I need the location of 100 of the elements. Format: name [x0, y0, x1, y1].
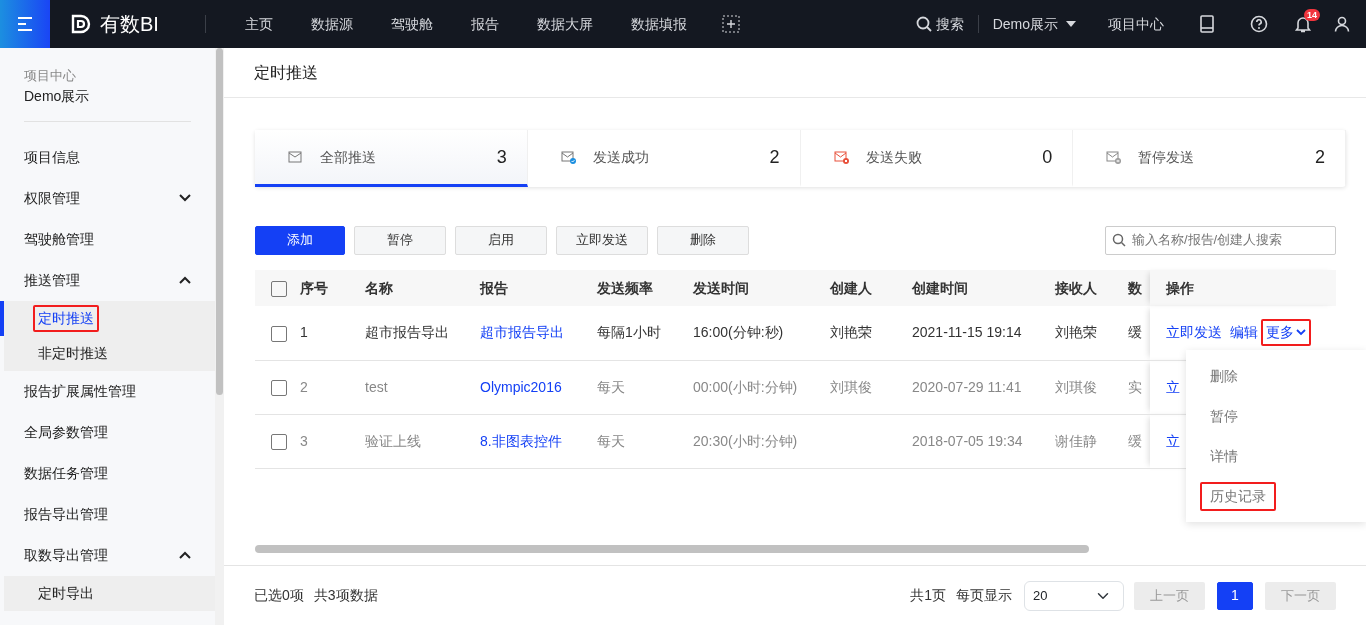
selection-bar	[0, 300, 4, 336]
project-center-link[interactable]: 项目中心	[1076, 13, 1186, 35]
scrollbar-thumb[interactable]	[216, 48, 223, 395]
table-cell: 缓	[1128, 324, 1142, 341]
column-header: 创建人	[830, 279, 872, 296]
page-count: 共1页	[910, 586, 946, 605]
sidebar-item[interactable]: 数据任务管理	[0, 452, 215, 494]
table-cell: 16:00(分钟:秒)	[693, 324, 784, 341]
table-cell: 2	[300, 378, 308, 395]
toolbar-button[interactable]: 启用	[455, 225, 547, 255]
brand-name: 有数BI	[100, 12, 159, 37]
page-size-label: 每页显示	[956, 586, 1012, 605]
menu-item[interactable]: 删除	[1200, 361, 1248, 391]
nav-link[interactable]: 报告	[451, 13, 518, 35]
table-cell: 刘琪俊	[1055, 378, 1097, 395]
sidebar-item[interactable]: 报告导出管理	[0, 493, 215, 535]
user-icon[interactable]	[1334, 16, 1350, 32]
table-cell: 刘琪俊	[830, 378, 872, 395]
project-caption: 项目中心	[24, 67, 77, 85]
table-cell: 谢佳静	[1055, 432, 1097, 449]
column-header: 名称	[365, 279, 393, 296]
action-link[interactable]: 立即发送	[1166, 324, 1222, 341]
nav-link[interactable]: 数据源	[291, 13, 372, 35]
sidebar-item[interactable]: 项目信息	[0, 136, 215, 178]
status-tab[interactable]: 发送成功 2	[527, 130, 801, 187]
table-cell: 2020-07-29 11:41	[912, 378, 1022, 395]
table-cell: 3	[300, 432, 308, 449]
mail-pause-icon	[1106, 149, 1123, 165]
help-icon[interactable]	[1250, 15, 1268, 33]
search-icon	[915, 16, 932, 32]
sidebar-subitem[interactable]: 非定时推送	[33, 339, 113, 367]
sidebar-item[interactable]: 权限管理	[0, 177, 215, 219]
search-field[interactable]: 输入名称/报告/创建人搜索	[1105, 225, 1336, 255]
toolbar-button[interactable]: 暂停	[354, 225, 446, 255]
menu-item[interactable]: 暂停	[1200, 401, 1248, 431]
menu-item[interactable]: 历史记录	[1200, 481, 1276, 511]
page-size-select[interactable]: 20	[1024, 580, 1124, 611]
sidebar-item[interactable]: 推送管理	[0, 259, 215, 301]
checkbox[interactable]	[271, 280, 287, 297]
toolbar-button[interactable]: 立即发送	[556, 225, 648, 255]
mail-icon	[288, 149, 304, 165]
tab-label: 发送失败	[865, 147, 922, 167]
status-tab[interactable]: 暂停发送 2	[1073, 130, 1346, 187]
table-cell: 刘艳荣	[1055, 324, 1097, 341]
sidebar-subitem[interactable]: 定时推送	[33, 304, 99, 332]
total-count: 共3项数据	[313, 586, 378, 605]
column-header: 创建时间	[912, 279, 968, 296]
table-cell: 每天	[597, 432, 625, 449]
column-header: 发送频率	[597, 279, 653, 296]
tab-count: 2	[769, 145, 780, 169]
page-title: 定时推送	[254, 62, 318, 83]
mail-error-icon	[833, 149, 850, 165]
checkbox[interactable]	[271, 325, 287, 342]
search-link[interactable]: 搜索	[915, 13, 964, 35]
add-icon[interactable]	[721, 15, 740, 33]
tab-label: 发送成功	[592, 147, 649, 167]
column-header: 报告	[480, 279, 508, 296]
menu-item[interactable]: 详情	[1200, 441, 1248, 471]
column-header: 序号	[300, 279, 328, 296]
add-button[interactable]: 添加	[255, 225, 345, 255]
notification-badge: 14	[1304, 9, 1320, 21]
table-cell: 每隔1小时	[597, 324, 661, 341]
table-cell: 每天	[597, 378, 625, 395]
status-tab[interactable]: 发送失败 0	[800, 130, 1074, 187]
sidebar-item[interactable]: 全局参数管理	[0, 411, 215, 453]
table-cell: 实	[1128, 378, 1142, 395]
report-link[interactable]: 超市报告导出	[480, 324, 564, 341]
tablet-icon[interactable]	[1200, 15, 1214, 33]
action-link[interactable]: 编辑	[1230, 324, 1258, 341]
mail-check-icon	[560, 149, 577, 165]
sidebar-item[interactable]: 报告扩展属性管理	[0, 370, 215, 412]
tab-count: 2	[1315, 145, 1325, 169]
table-cell: 2021-11-15 19:14	[912, 324, 1022, 341]
sidebar-item[interactable]: 驾驶舱管理	[0, 218, 215, 260]
page-button[interactable]: 1	[1217, 581, 1253, 610]
selection-count: 已选0项	[254, 586, 304, 605]
nav-link[interactable]: 数据大屏	[517, 13, 612, 35]
table-cell: 缓	[1128, 432, 1142, 449]
toolbar-button[interactable]: 删除	[657, 225, 749, 255]
nav-link[interactable]: 驾驶舱	[371, 13, 452, 35]
more-dropdown[interactable]: 更多	[1261, 319, 1311, 347]
tab-count: 3	[496, 145, 507, 169]
status-tab[interactable]: 全部推送 3	[255, 130, 528, 187]
table-cell: 1	[300, 324, 308, 341]
horizontal-scrollbar[interactable]	[255, 545, 1089, 553]
tab-label: 暂停发送	[1138, 147, 1195, 167]
nav-link[interactable]: 主页	[225, 13, 292, 35]
column-header: 发送时间	[693, 279, 749, 296]
table-cell: test	[365, 378, 388, 395]
caret-icon	[1066, 21, 1076, 27]
sidebar-item[interactable]: 取数导出管理	[0, 534, 215, 576]
project-dropdown[interactable]: Demo展示	[992, 13, 1076, 35]
column-header: 接收人	[1055, 279, 1097, 296]
logo-icon	[70, 13, 92, 35]
menu-icon[interactable]	[17, 17, 33, 31]
nav-link[interactable]: 数据填报	[611, 13, 706, 35]
column-header: 操作	[1166, 279, 1194, 296]
project-name: Demo展示	[24, 86, 91, 106]
table-cell: 00:00(小时:分钟)	[693, 378, 798, 395]
table-cell: 超市报告导出	[365, 324, 449, 341]
